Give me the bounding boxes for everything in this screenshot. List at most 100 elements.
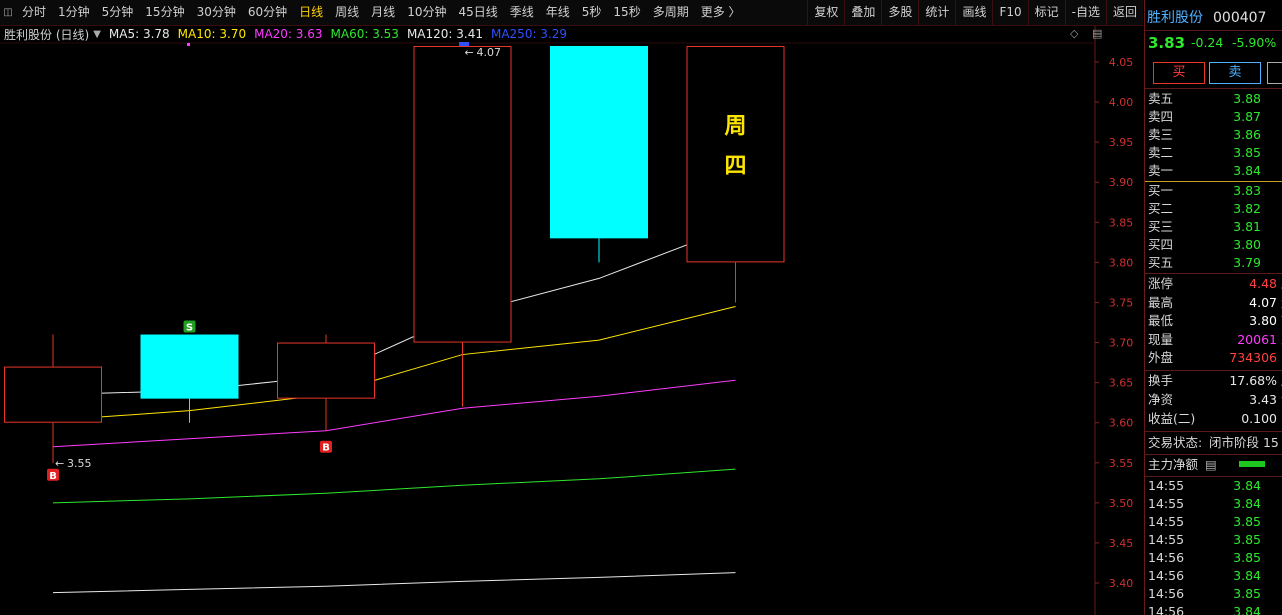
panel-row: 最低3.80市值 xyxy=(1145,312,1282,330)
price-annotation: ← xyxy=(465,46,474,59)
more-trade-button[interactable] xyxy=(1267,62,1282,84)
tick-price: 3.84 xyxy=(1233,496,1261,511)
ask-level-price[interactable]: 3.86 xyxy=(1205,126,1261,144)
price-change: -0.24 xyxy=(1191,35,1224,50)
price-annotation-value: 3.55 xyxy=(67,457,92,470)
sell-button[interactable]: 卖 xyxy=(1209,62,1261,84)
stock-code: 000407 xyxy=(1213,10,1267,26)
tab-period-11[interactable]: 季线 xyxy=(504,0,540,25)
bid-level-price[interactable]: 3.79 xyxy=(1205,254,1261,272)
tab-period-3[interactable]: 15分钟 xyxy=(139,0,190,25)
tick-time: 14:55 xyxy=(1148,514,1185,529)
candle[interactable] xyxy=(413,45,512,407)
period-tabs: ◫ 分时 1分钟 5分钟 15分钟 30分钟 60分钟 日线 周线 月线 10分钟 45日线 季线 年线… xyxy=(0,0,747,25)
stat2-label: 换手 xyxy=(1148,373,1174,388)
ask-level-label: 卖一 xyxy=(1148,163,1174,178)
candle[interactable] xyxy=(277,334,375,431)
y-tick-label: 3.40 xyxy=(1109,577,1134,590)
buy-button[interactable]: 买 xyxy=(1153,62,1205,84)
tick-time: 14:56 xyxy=(1148,568,1185,583)
toolbar-button-7[interactable]: -自选 xyxy=(1064,0,1106,25)
toolbar-button-6[interactable]: 标记 xyxy=(1027,0,1065,25)
tab-period-1[interactable]: 1分钟 xyxy=(52,0,96,25)
main-flow-label: 主力净额 xyxy=(1148,457,1199,472)
divider xyxy=(1145,273,1282,274)
candle-overlay-text: 周 xyxy=(724,114,746,139)
panel-row: 卖二 3.85 xyxy=(1145,144,1282,162)
tab-period-13[interactable]: 5秒 xyxy=(576,0,608,25)
bid-level-price[interactable]: 3.80 xyxy=(1205,236,1261,254)
y-tick-label: 3.90 xyxy=(1109,176,1134,189)
candle[interactable] xyxy=(550,45,648,263)
ask-level-price[interactable]: 3.87 xyxy=(1205,108,1261,126)
trade-marker-label: S xyxy=(186,323,193,334)
y-tick-label: 4.00 xyxy=(1109,96,1134,109)
tab-period-6[interactable]: 日线 xyxy=(293,0,329,25)
toolbar-button-3[interactable]: 统计 xyxy=(918,0,955,25)
ma250-marker xyxy=(459,42,469,46)
tab-period-14[interactable]: 15秒 xyxy=(607,0,646,25)
toolbar-button-8[interactable]: 返回 xyxy=(1105,0,1143,25)
tick-price: 3.84 xyxy=(1233,604,1261,615)
panel-row: 卖三 3.86 xyxy=(1145,126,1282,144)
kline-chart[interactable]: 4.05 4.00 3.95 3.90 3.85 3.80 3.75 3.70 3.65 3.60… xyxy=(0,0,1143,615)
trade-marker[interactable]: B xyxy=(320,440,332,454)
panel-row: 现量20061总量 xyxy=(1145,331,1282,349)
toolbar-button-1[interactable]: 叠加 xyxy=(844,0,881,25)
diamond-icon[interactable]: ◇ xyxy=(1070,27,1078,40)
panel-row: 14:56 3.84 xyxy=(1145,603,1282,615)
stat-label: 最低 xyxy=(1148,313,1174,328)
tick-time: 14:56 xyxy=(1148,586,1185,601)
ask-level-price[interactable]: 3.84 xyxy=(1205,162,1261,180)
chart-controls: ◇ ▤ xyxy=(1060,27,1102,40)
toolbar-button-4[interactable]: 画线 xyxy=(955,0,992,25)
candle-body xyxy=(413,45,512,343)
bid-level-price[interactable]: 3.83 xyxy=(1205,182,1261,200)
chevron-down-icon[interactable]: ▼ xyxy=(93,29,101,40)
y-tick-label: 3.70 xyxy=(1109,337,1134,350)
tab-period-5[interactable]: 60分钟 xyxy=(242,0,293,25)
panel-row: 涨停4.48跌停 xyxy=(1145,275,1282,293)
list-icon[interactable]: ▤ xyxy=(1205,456,1217,474)
tab-period-8[interactable]: 月线 xyxy=(365,0,401,25)
candle-body xyxy=(140,334,239,399)
toolbar-button-2[interactable]: 多股 xyxy=(881,0,918,25)
trade-marker[interactable]: S xyxy=(183,320,196,334)
panel-row: 14:56 3.85 xyxy=(1145,585,1282,603)
toolbar-button-5[interactable]: F10 xyxy=(992,0,1027,25)
tick-time: 14:55 xyxy=(1148,496,1185,511)
toolbar-button-0[interactable]: 复权 xyxy=(807,0,844,25)
bid-level-price[interactable]: 3.81 xyxy=(1205,218,1261,236)
window-toggle-icon[interactable]: ▤ xyxy=(1092,27,1102,40)
candle[interactable] xyxy=(140,334,239,423)
ask-level-price[interactable]: 3.85 xyxy=(1205,144,1261,162)
ask-level-price[interactable]: 3.88 xyxy=(1205,90,1261,108)
bid-level-price[interactable]: 3.82 xyxy=(1205,200,1261,218)
candle-overlay-text: 四 xyxy=(724,154,746,179)
toolbar-grip-icon[interactable]: ◫ xyxy=(0,7,16,18)
tick-time: 14:55 xyxy=(1148,532,1185,547)
tab-period-16[interactable]: 更多 〉 xyxy=(695,0,747,25)
current-price: 3.83 xyxy=(1148,34,1186,52)
tick-time: 14:55 xyxy=(1148,478,1185,493)
ma-legend: 胜利股份 (日线) ▼ MA5: 3.78 MA10: 3.70 MA20: 3.6… xyxy=(4,26,575,42)
tick-time: 14:56 xyxy=(1148,550,1185,565)
panel-row: 外盘734306内盘 xyxy=(1145,349,1282,367)
tab-period-2[interactable]: 5分钟 xyxy=(96,0,140,25)
tick-time: 14:56 xyxy=(1148,604,1185,615)
tab-period-9[interactable]: 10分钟 xyxy=(401,0,452,25)
quote-panel: 胜利股份 000407 3.83 -0.24 -5.90% 买卖卖五 3.88 卖四 3.87 卖… xyxy=(1144,0,1282,615)
panel-row: 卖四 3.87 xyxy=(1145,108,1282,126)
trade-marker[interactable]: B xyxy=(47,468,59,482)
legend-ma-3: MA60: 3.53 xyxy=(330,27,399,41)
tab-period-12[interactable]: 年线 xyxy=(540,0,576,25)
legend-ma-2: MA20: 3.63 xyxy=(254,27,323,41)
tab-period-7[interactable]: 周线 xyxy=(329,0,365,25)
tab-period-0[interactable]: 分时 xyxy=(16,0,52,25)
tab-period-10[interactable]: 45日线 xyxy=(452,0,503,25)
y-tick-label: 4.05 xyxy=(1109,56,1134,69)
candle[interactable] xyxy=(4,334,102,463)
y-tick-label: 3.50 xyxy=(1109,497,1134,510)
tab-period-4[interactable]: 30分钟 xyxy=(191,0,242,25)
tab-period-15[interactable]: 多周期 xyxy=(647,0,695,25)
